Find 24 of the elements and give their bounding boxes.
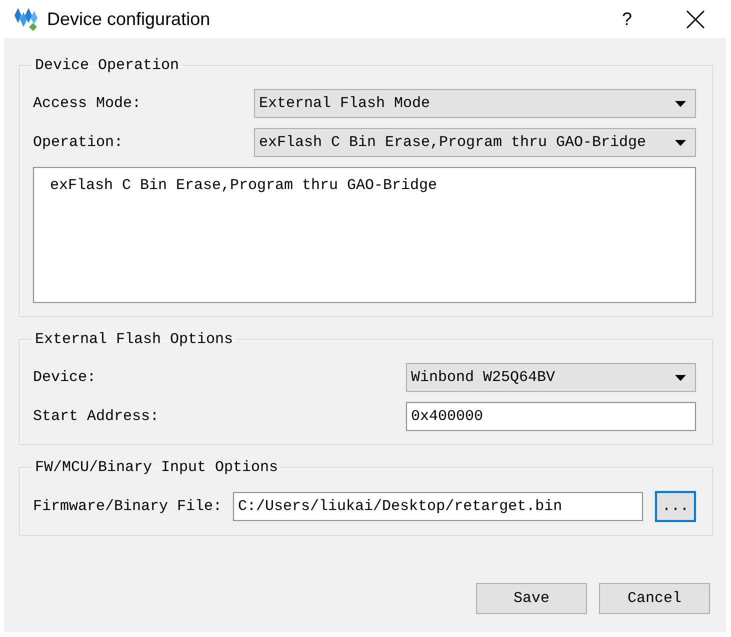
group-title: Device Operation [34,57,180,74]
caret-down-icon [675,140,686,146]
description-box: exFlash C Bin Erase,Program thru GAO-Bridge [33,167,696,303]
field-label: Access Mode: [33,95,142,112]
file-path-field[interactable]: C:/Users/liukai/Desktop/retarget.bin [233,492,643,521]
window-title: Device configuration [47,8,210,30]
caret-down-icon [675,100,686,106]
dropdown[interactable]: exFlash C Bin Erase,Program thru GAO-Bridge [254,128,696,157]
dropdown[interactable]: External Flash Mode [254,89,696,118]
field-label: Start Address: [33,408,160,425]
browse-button[interactable]: ... [655,491,696,522]
app-logo-icon [14,7,38,31]
text-field[interactable]: 0x400000 [406,402,696,431]
dropdown[interactable]: Winbond W25Q64BV [406,363,696,392]
group-title: External Flash Options [34,331,234,348]
dialog-button[interactable]: Save [476,583,587,614]
caret-down-icon [675,374,686,380]
field-label: Operation: [33,134,124,151]
field-label: Device: [33,369,96,386]
field-label: Firmware/Binary File: [33,498,222,515]
close-icon[interactable] [686,10,705,28]
dialog-button[interactable]: Cancel [599,583,710,614]
group-title: FW/MCU/Binary Input Options [34,459,280,476]
help-button[interactable]: ? [620,8,634,30]
